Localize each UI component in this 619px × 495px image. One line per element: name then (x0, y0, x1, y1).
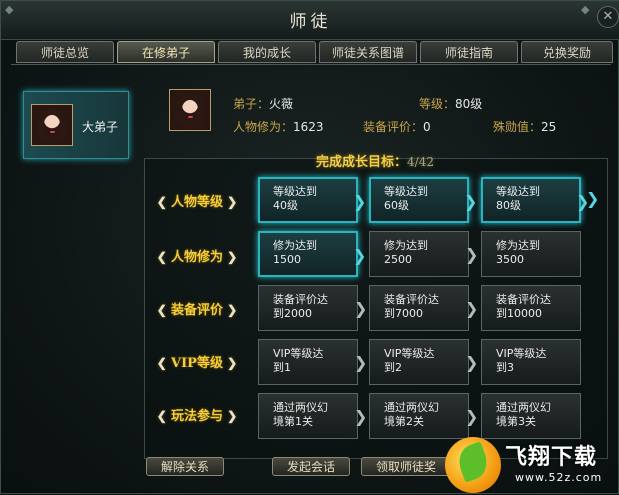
disciple-name: 弟子：火薇 (233, 97, 294, 111)
chevron-right-icon: ❯ (354, 407, 368, 426)
goal-cell[interactable]: 装备评价达 到10000 (481, 285, 581, 331)
goal-cell[interactable]: 装备评价达 到7000 ❯ (369, 285, 478, 331)
chevron-right-icon: ❯ (465, 407, 479, 426)
start-chat-button[interactable]: 发起会话 (272, 457, 350, 476)
goal-cell[interactable]: 等级达到 80级 ❯ (481, 177, 589, 223)
tab-exchange-rewards[interactable]: 兑换奖励 (521, 41, 613, 63)
tab-current-disciple[interactable]: 在修弟子 (117, 41, 215, 63)
row-label-vip: ❮ VIP等级 ❯ (156, 356, 238, 371)
tab-overview[interactable]: 师徒总览 (16, 41, 114, 63)
goal-cell[interactable]: 修为达到 2500 ❯ (369, 231, 478, 277)
goal-cell[interactable]: 装备评价达 到2000 ❯ (258, 285, 367, 331)
goal-cell[interactable]: VIP等级达 到1 ❯ (258, 339, 367, 385)
corner-ornament-icon: ◆ (581, 3, 590, 16)
tab-divider (11, 64, 611, 65)
disciple-merit: 殊勋值：25 (493, 120, 557, 134)
tab-relation-graph[interactable]: 师徒关系图谱 (319, 41, 417, 63)
goal-cell[interactable]: VIP等级达 到2 ❯ (369, 339, 478, 385)
goal-cell[interactable]: 通过两仪幻 境第1关 ❯ (258, 393, 367, 439)
disciple-level: 等级：80级 (419, 97, 483, 111)
window-frame: ◆ 师徒 ◆ ✕ 师徒总览 在修弟子 我的成长 师徒关系图谱 师徒指南 兑换奖励… (0, 0, 619, 494)
chevron-right-icon: ❯ (464, 192, 478, 211)
info-portrait-avatar (169, 89, 211, 131)
chevron-right-icon: ❯ (353, 246, 367, 265)
watermark-logo: 飞翔下载 www.52z.com (441, 431, 619, 495)
disciple-equip-score: 装备评价：0 (363, 120, 431, 134)
watermark-url: www.52z.com (515, 471, 603, 484)
watermark-title: 飞翔下载 (505, 445, 598, 470)
chevron-right-icon: ❯ (465, 299, 479, 318)
disciple-cultivation: 人物修为：1623 (233, 120, 324, 134)
tab-my-growth[interactable]: 我的成长 (218, 41, 316, 63)
disciple-portrait-avatar (31, 104, 73, 146)
row-label-cultivation: ❮ 人物修为 ❯ (156, 250, 238, 265)
tab-bar: 师徒总览 在修弟子 我的成长 师徒关系图谱 师徒指南 兑换奖励 (16, 41, 616, 65)
goals-progress: 4/42 (407, 155, 434, 169)
chevron-right-icon: ❯ (465, 353, 479, 372)
chevron-right-icon: ❯ (465, 245, 479, 264)
goal-cell[interactable]: 等级达到 40级 ❯ (258, 177, 366, 223)
dismiss-relation-button[interactable]: 解除关系 (146, 457, 224, 476)
window-title: 师徒 (289, 12, 332, 32)
chevron-right-icon: ❯ (354, 353, 368, 372)
goal-cell[interactable]: 修为达到 1500 ❯ (258, 231, 366, 277)
disciple-rank-label: 大弟子 (82, 120, 119, 134)
row-label-equip: ❮ 装备评价 ❯ (156, 303, 238, 318)
tab-guide[interactable]: 师徒指南 (420, 41, 518, 63)
row-label-level: ❮ 人物等级 ❯ (156, 195, 238, 210)
claim-reward-button[interactable]: 领取师徒奖 (361, 457, 451, 476)
goal-cell[interactable]: VIP等级达 到3 (481, 339, 581, 385)
goal-cell[interactable]: 修为达到 3500 (481, 231, 581, 277)
goal-cell[interactable]: 等级达到 60级 ❯ (369, 177, 477, 223)
chevron-right-icon: ❯ (586, 189, 600, 208)
goals-title: 完成成长目标：4/42 (316, 155, 434, 170)
disciple-list-item[interactable]: 大弟子 (23, 91, 129, 159)
chevron-right-icon: ❯ (354, 299, 368, 318)
chevron-right-icon: ❯ (353, 192, 367, 211)
close-button[interactable]: ✕ (597, 6, 619, 28)
row-label-gameplay: ❮ 玩法参与 ❯ (156, 409, 238, 424)
title-bar: ◆ 师徒 ◆ ✕ (1, 1, 619, 40)
